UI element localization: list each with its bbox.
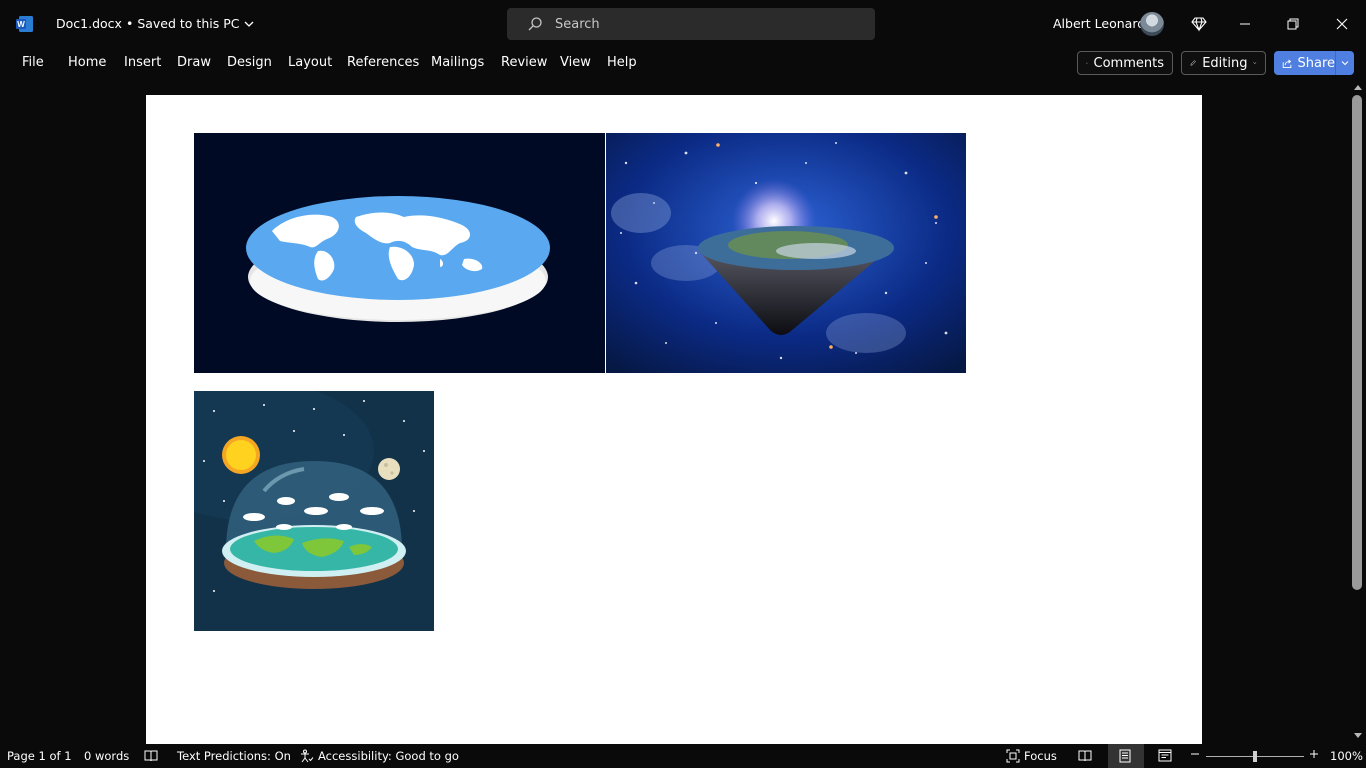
share-main[interactable]: Share bbox=[1274, 51, 1336, 75]
minus-icon bbox=[1191, 753, 1199, 755]
tab-insert[interactable]: Insert bbox=[124, 55, 161, 70]
zoom-slider-thumb[interactable] bbox=[1253, 751, 1257, 762]
chevron-down-icon bbox=[1253, 62, 1257, 65]
close-button[interactable] bbox=[1319, 0, 1365, 48]
comment-icon bbox=[1086, 62, 1088, 64]
web-layout-button[interactable] bbox=[1158, 749, 1172, 762]
text-predictions-status[interactable]: Text Predictions: On bbox=[177, 749, 291, 763]
premium-diamond-icon[interactable] bbox=[1176, 0, 1222, 48]
focus-icon bbox=[1006, 749, 1020, 763]
minimize-icon bbox=[1240, 23, 1250, 25]
restore-icon bbox=[1287, 18, 1299, 30]
search-box[interactable]: Search bbox=[507, 8, 875, 40]
print-layout-button[interactable] bbox=[1119, 749, 1131, 763]
scroll-up-arrow-icon[interactable] bbox=[1353, 83, 1363, 91]
accessibility-button[interactable]: Accessibility: Good to go bbox=[300, 749, 459, 763]
comments-button[interactable]: Comments bbox=[1077, 51, 1173, 75]
zoom-out-button[interactable] bbox=[1190, 749, 1200, 759]
search-placeholder: Search bbox=[555, 16, 600, 32]
accessibility-icon bbox=[301, 749, 314, 763]
tab-review[interactable]: Review bbox=[501, 55, 547, 70]
user-name[interactable]: Albert Leonard bbox=[1053, 16, 1145, 31]
save-status: Saved to this PC bbox=[137, 16, 240, 31]
proofing-button[interactable] bbox=[144, 749, 158, 762]
document-canvas bbox=[0, 80, 1350, 744]
print-layout-icon bbox=[1119, 749, 1131, 763]
tab-mailings[interactable]: Mailings bbox=[431, 55, 484, 70]
editing-label: Editing bbox=[1202, 55, 1248, 71]
focus-button[interactable]: Focus bbox=[1006, 749, 1057, 763]
page-count[interactable]: Page 1 of 1 bbox=[7, 749, 72, 763]
scroll-down-arrow-icon[interactable] bbox=[1353, 732, 1363, 740]
scrollbar-thumb[interactable] bbox=[1352, 95, 1362, 590]
restore-button[interactable] bbox=[1270, 0, 1316, 48]
avatar[interactable] bbox=[1140, 12, 1164, 36]
svg-text:W: W bbox=[17, 20, 25, 29]
tab-references[interactable]: References bbox=[347, 55, 419, 70]
tab-draw[interactable]: Draw bbox=[177, 55, 211, 70]
chevron-down-icon bbox=[245, 21, 254, 27]
document-name: Doc1.docx bbox=[56, 16, 122, 31]
document-title-menu[interactable]: Doc1.docx • Saved to this PC bbox=[56, 16, 255, 31]
flat-earth-cone-space-image[interactable] bbox=[606, 133, 966, 373]
title-bar: W Doc1.docx • Saved to this PC Search Al… bbox=[0, 0, 1366, 48]
plus-icon bbox=[1310, 750, 1318, 758]
word-count[interactable]: 0 words bbox=[84, 749, 129, 763]
chevron-down-icon bbox=[1341, 61, 1349, 66]
comments-label: Comments bbox=[1093, 55, 1164, 71]
flat-earth-dome-illustration[interactable] bbox=[194, 391, 434, 631]
search-icon bbox=[528, 17, 542, 31]
zoom-in-button[interactable] bbox=[1309, 749, 1319, 759]
share-dropdown[interactable] bbox=[1336, 59, 1354, 67]
tab-layout[interactable]: Layout bbox=[288, 55, 332, 70]
pencil-icon bbox=[1190, 60, 1196, 66]
document-page[interactable] bbox=[146, 95, 1202, 744]
tab-home[interactable]: Home bbox=[68, 55, 106, 70]
ribbon: File Home Insert Draw Design Layout Refe… bbox=[0, 48, 1366, 80]
minimize-button[interactable] bbox=[1222, 0, 1268, 48]
read-mode-icon bbox=[1078, 750, 1092, 762]
word-app-icon: W bbox=[16, 16, 33, 32]
separator-dot: • bbox=[125, 16, 134, 31]
book-check-icon bbox=[144, 750, 158, 762]
tab-design[interactable]: Design bbox=[227, 55, 272, 70]
tab-help[interactable]: Help bbox=[607, 55, 637, 70]
focus-label: Focus bbox=[1024, 749, 1057, 763]
zoom-level[interactable]: 100% bbox=[1330, 749, 1363, 763]
close-icon bbox=[1336, 18, 1348, 30]
share-label: Share bbox=[1297, 55, 1335, 71]
editing-mode-button[interactable]: Editing bbox=[1181, 51, 1266, 75]
read-mode-button[interactable] bbox=[1078, 749, 1092, 762]
web-layout-icon bbox=[1158, 749, 1172, 762]
tab-file[interactable]: File bbox=[22, 55, 44, 70]
tab-view[interactable]: View bbox=[560, 55, 591, 70]
accessibility-label: Accessibility: Good to go bbox=[318, 749, 459, 763]
share-icon bbox=[1282, 59, 1292, 68]
status-bar: Page 1 of 1 0 words Text Predictions: On… bbox=[0, 744, 1366, 768]
flat-earth-disc-image[interactable] bbox=[194, 133, 605, 373]
share-button[interactable]: Share bbox=[1274, 51, 1354, 75]
